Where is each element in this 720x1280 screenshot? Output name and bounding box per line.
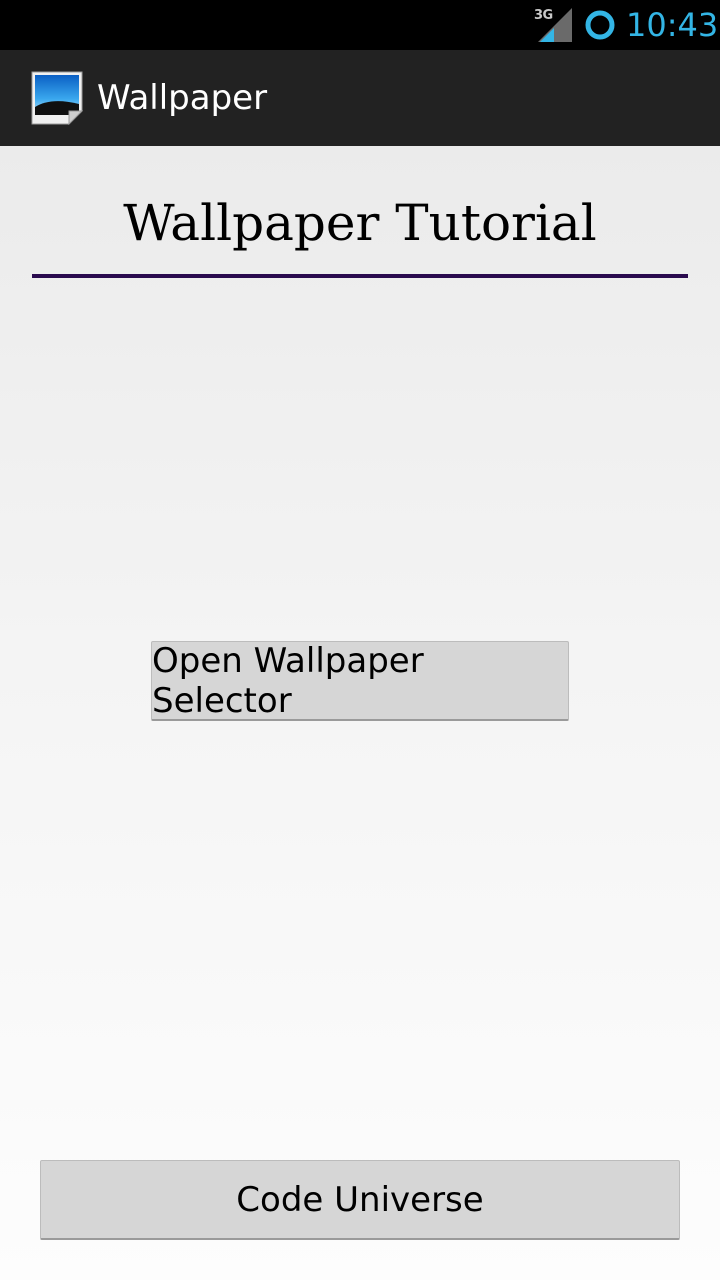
network-type-label: 3G bbox=[534, 8, 553, 23]
page-title: Wallpaper Tutorial bbox=[123, 194, 597, 252]
status-clock: 10:43 bbox=[626, 6, 719, 44]
status-bar: 3G 10:43 bbox=[0, 0, 720, 50]
action-bar: Wallpaper bbox=[0, 50, 720, 146]
wallpaper-image-icon[interactable] bbox=[31, 71, 83, 125]
code-universe-button[interactable]: Code Universe bbox=[40, 1160, 680, 1240]
open-wallpaper-selector-button[interactable]: Open Wallpaper Selector bbox=[151, 641, 569, 721]
sync-icon bbox=[585, 10, 615, 40]
main-content: Wallpaper Tutorial Open Wallpaper Select… bbox=[0, 146, 720, 1280]
title-divider bbox=[32, 274, 688, 278]
app-title: Wallpaper bbox=[97, 78, 268, 118]
